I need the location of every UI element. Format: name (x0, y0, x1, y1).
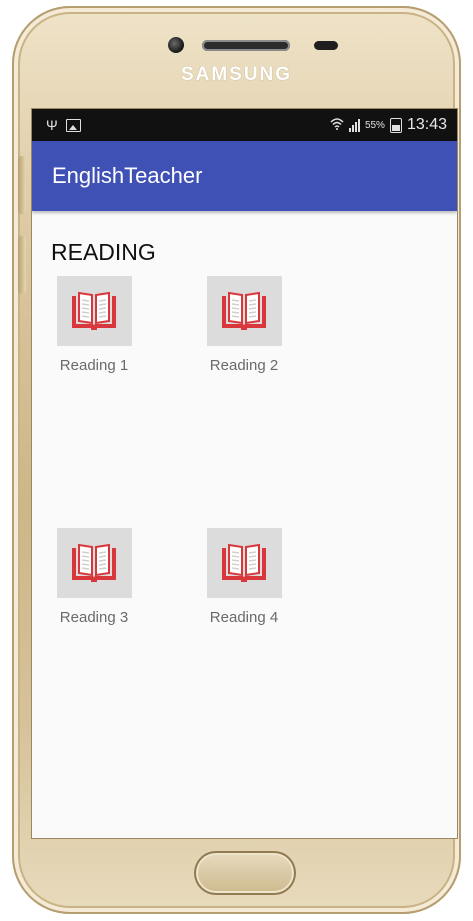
usb-icon: Ψ (46, 117, 58, 133)
reading-item-1[interactable]: Reading 1 (39, 276, 149, 374)
status-left: Ψ (46, 117, 81, 133)
battery-icon (389, 117, 402, 133)
status-right: 55% 13:43 (330, 116, 447, 134)
phone-screen: Ψ 55% 13:43 EnglishTeacher READING Readi… (31, 108, 458, 839)
battery-percentage: 55% (364, 119, 385, 131)
reading-item-4[interactable]: Reading 4 (189, 528, 299, 626)
reading-item-label: Reading 1 (59, 357, 129, 374)
book-icon (72, 543, 116, 582)
brand-logo: SAMSUNG (180, 64, 293, 85)
status-bar: Ψ 55% 13:43 (32, 109, 457, 141)
book-icon (222, 291, 266, 330)
reading-item-icon-box[interactable] (56, 528, 132, 598)
reading-item-3[interactable]: Reading 3 (39, 528, 149, 626)
reading-item-icon-box[interactable] (206, 276, 282, 346)
reading-item-icon-box[interactable] (206, 528, 282, 598)
status-clock: 13:43 (406, 116, 447, 133)
app-bar: EnglishTeacher (32, 141, 457, 211)
image-icon (65, 118, 81, 132)
home-button[interactable] (194, 851, 296, 895)
earpiece-speaker (202, 40, 290, 51)
wifi-icon (330, 117, 344, 133)
reading-item-label: Reading 4 (209, 609, 279, 626)
book-icon (222, 543, 266, 582)
book-icon (72, 291, 116, 330)
reading-item-label: Reading 3 (59, 609, 129, 626)
reading-item-2[interactable]: Reading 2 (189, 276, 299, 374)
section-title: READING (51, 239, 156, 265)
reading-item-label: Reading 2 (209, 357, 279, 374)
volume-down-button (18, 236, 26, 294)
proximity-sensor (314, 41, 338, 50)
app-title: EnglishTeacher (52, 163, 203, 188)
reading-item-icon-box[interactable] (56, 276, 132, 346)
front-camera (168, 37, 184, 53)
volume-up-button (18, 156, 26, 214)
signal-icon (348, 118, 360, 132)
